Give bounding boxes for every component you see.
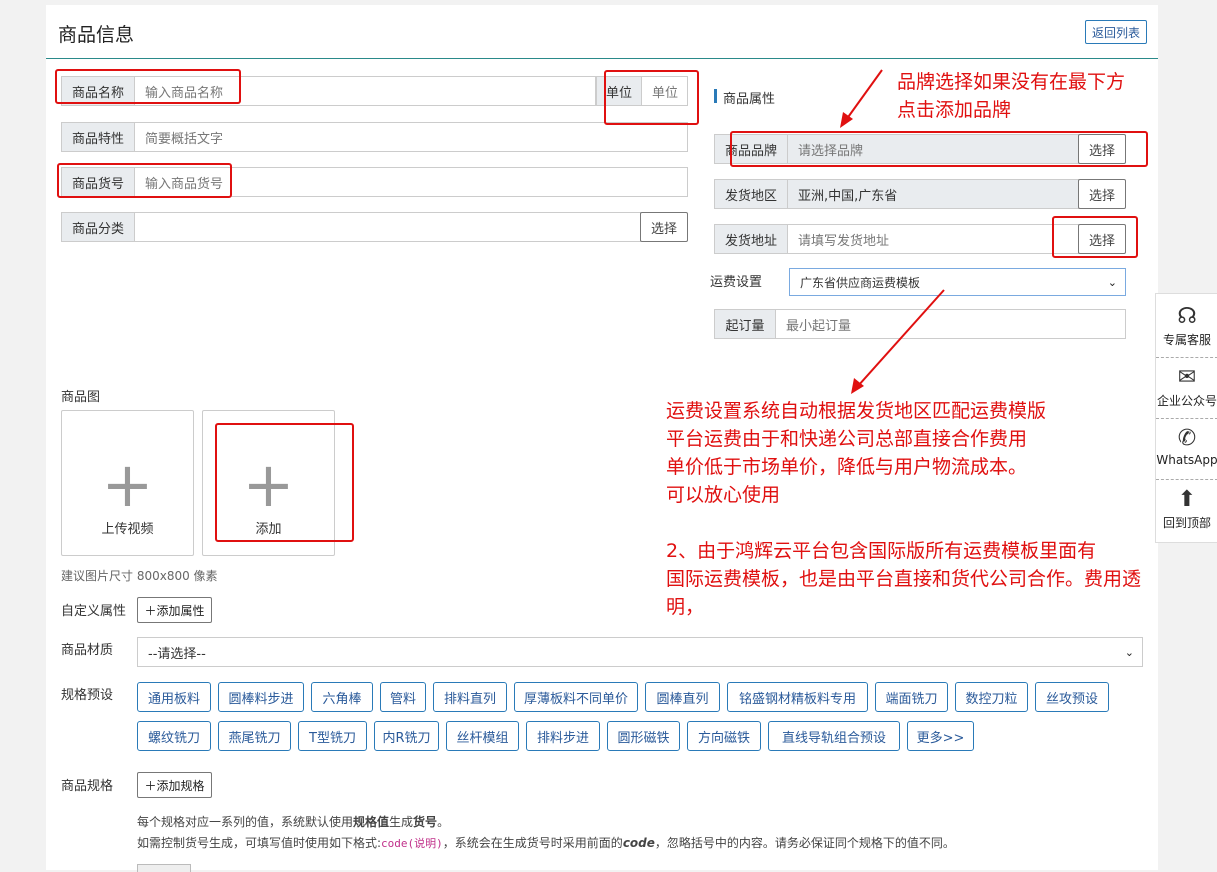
freight-annotation-line-5: 2、由于鸿辉云平台包含国际版所有运费模板里面有 xyxy=(666,540,1097,562)
freight-annotation-line-3: 单价低于市场单价，降低与用户物流成本。 xyxy=(666,456,1028,478)
back-to-top-button[interactable]: ⬆ 回到顶部 xyxy=(1156,479,1217,539)
arrow-line xyxy=(857,289,945,387)
freight-annotation-line-1: 运费设置系统自动根据发货地区匹配运费模版 xyxy=(666,400,1047,422)
freight-annotation-line-6: 国际运费模板，也是由平台直接和货代公司合作。费用透 xyxy=(666,568,1142,590)
floating-sidebar: ☊ 专属客服 ✉ 企业公众号 ✆ WhatsApp ⬆ 回到顶部 xyxy=(1155,293,1217,543)
wechat-official-button[interactable]: ✉ 企业公众号 xyxy=(1156,357,1217,417)
freight-annotation-line-7: 明， xyxy=(666,596,705,618)
brand-annotation-line-1: 品牌选择如果没有在最下方 xyxy=(897,71,1126,93)
brand-annotation-line-2: 点击添加品牌 xyxy=(897,99,1012,121)
whatsapp-button[interactable]: ✆ WhatsApp xyxy=(1156,418,1217,478)
freight-annotation-line-2: 平台运费由于和快递公司总部直接合作费用 xyxy=(666,428,1028,450)
wechat-icon: ✉ xyxy=(1177,365,1197,390)
headset-icon: ☊ xyxy=(1177,304,1197,329)
freight-annotation-line-4: 可以放心使用 xyxy=(666,484,781,506)
arrow-line xyxy=(845,69,883,121)
annotation-arrows xyxy=(840,69,945,394)
whatsapp-icon: ✆ xyxy=(1177,426,1197,451)
customer-service-button[interactable]: ☊ 专属客服 xyxy=(1156,296,1217,356)
arrow-up-icon: ⬆ xyxy=(1177,487,1197,512)
